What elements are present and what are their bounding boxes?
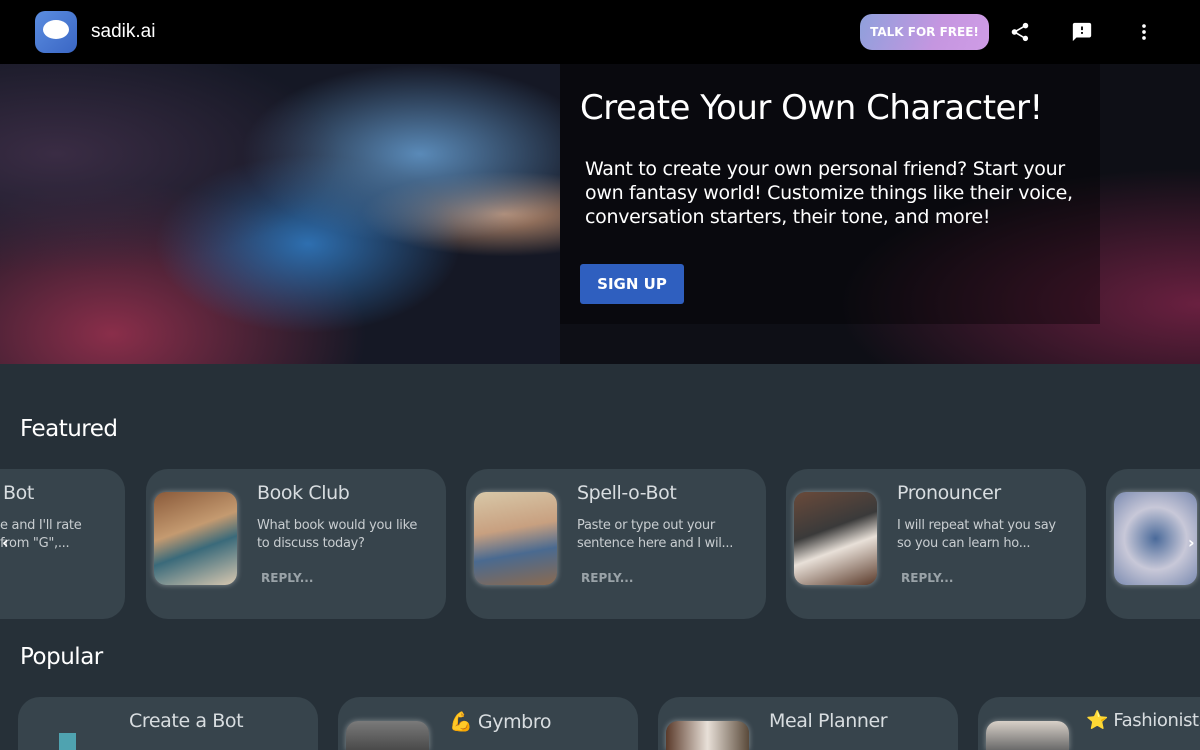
top-bar: sadik.ai TALK FOR FREE!: [0, 0, 1200, 64]
featured-card[interactable]: [1106, 469, 1200, 619]
card-title: Bot: [3, 482, 34, 504]
brand-name[interactable]: sadik.ai: [91, 21, 155, 43]
card-title: Spell-o-Bot: [577, 482, 677, 504]
card-avatar: [986, 721, 1069, 750]
scroll-left-chevron-icon[interactable]: ‹: [2, 533, 9, 552]
card-title: Pronouncer: [897, 482, 1001, 504]
share-icon[interactable]: [1008, 20, 1032, 44]
feedback-icon[interactable]: [1070, 20, 1094, 44]
hero-banner: Create Your Own Character! Want to creat…: [0, 64, 1200, 364]
card-title: ⭐ Fashionista: [1086, 710, 1200, 731]
more-vert-icon[interactable]: [1132, 20, 1156, 44]
card-description: e and I'll rate from "G",...: [0, 518, 82, 551]
popular-title: Popular: [20, 644, 103, 670]
logo-chat-icon[interactable]: [35, 11, 77, 53]
card-description: Paste or type out your sentence here and…: [577, 518, 734, 551]
featured-card[interactable]: Book Club What book would you like to di…: [146, 469, 446, 619]
sign-up-button[interactable]: SIGN UP: [580, 264, 684, 304]
talk-for-free-button[interactable]: TALK FOR FREE!: [860, 14, 989, 50]
featured-card[interactable]: Bot e and I'll rate from "G",...: [0, 469, 125, 619]
popular-card[interactable]: Create a Bot: [18, 697, 318, 750]
popular-card[interactable]: Meal Planner: [658, 697, 958, 750]
card-avatar: [666, 721, 749, 750]
hero-title: Create Your Own Character!: [580, 88, 1043, 128]
featured-card[interactable]: Spell-o-Bot Paste or type out your sente…: [466, 469, 766, 619]
card-title: Create a Bot: [129, 710, 244, 732]
card-title: Meal Planner: [769, 710, 888, 732]
scroll-right-chevron-icon[interactable]: ›: [1188, 533, 1195, 552]
card-avatar: [346, 721, 429, 750]
card-avatar: [794, 492, 877, 585]
popular-card[interactable]: 💪 Gymbro: [338, 697, 638, 750]
hero-text: Want to create your own personal friend?…: [585, 158, 1073, 228]
card-avatar: [154, 492, 237, 585]
hero-astronaut-image: [0, 64, 560, 364]
reply-link[interactable]: REPLY...: [901, 571, 953, 585]
featured-title: Featured: [20, 416, 118, 442]
create-bot-icon: [59, 733, 76, 750]
card-description: What book would you like to discuss toda…: [257, 518, 418, 551]
featured-card[interactable]: Pronouncer I will repeat what you say so…: [786, 469, 1086, 619]
card-description: I will repeat what you say so you can le…: [897, 518, 1056, 551]
reply-link[interactable]: REPLY...: [261, 571, 313, 585]
card-title: 💪 Gymbro: [449, 711, 552, 733]
reply-link[interactable]: REPLY...: [581, 571, 633, 585]
card-title: Book Club: [257, 482, 350, 504]
card-avatar: [474, 492, 557, 585]
card-avatar: [1114, 492, 1197, 585]
popular-card[interactable]: ⭐ Fashionista: [978, 697, 1200, 750]
